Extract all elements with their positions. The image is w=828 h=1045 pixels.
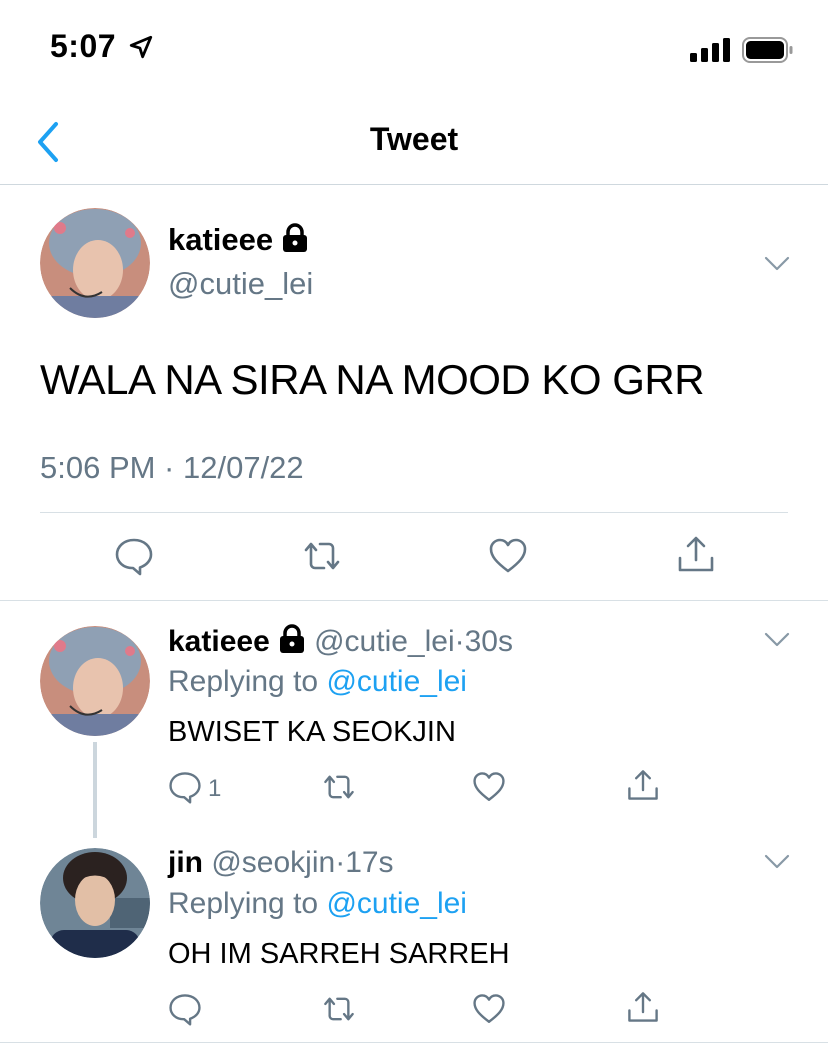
replying-to-link[interactable]: @cutie_lei	[326, 887, 467, 920]
location-arrow-icon	[129, 35, 153, 59]
separator-dot: ·	[454, 625, 465, 658]
divider	[0, 600, 828, 601]
share-icon	[678, 536, 714, 572]
tweet-text: WALA NA SIRA NA MOOD KO GRR	[40, 356, 705, 403]
reply-author-name: jin	[168, 846, 203, 879]
divider	[40, 512, 788, 513]
reply-author-handle: @cutie_lei	[314, 625, 455, 658]
retweet-icon	[304, 542, 340, 570]
heart-icon	[473, 772, 505, 801]
reply-time: 17s	[345, 846, 394, 879]
author-name: katieee	[168, 222, 274, 257]
heart-icon	[489, 538, 527, 573]
replying-to-link[interactable]: @cutie_lei	[326, 665, 467, 698]
reply-count: 1	[208, 775, 222, 802]
share-icon	[628, 992, 658, 1022]
reply-author-name: katieee	[168, 625, 270, 658]
main-author[interactable]: katieee	[168, 222, 309, 258]
separator-dot: ·	[335, 846, 346, 879]
share-icon	[628, 770, 658, 800]
reply-header[interactable]: katieee @cutie_lei·30s	[168, 624, 513, 659]
tweet-timestamp[interactable]: 5:06 PM · 12/07/22	[40, 450, 304, 486]
reply-author-handle: @seokjin	[211, 846, 336, 879]
like-button[interactable]	[472, 992, 506, 1026]
speech-bubble-icon	[169, 994, 201, 1026]
share-button[interactable]	[626, 990, 660, 1024]
retweet-icon	[324, 775, 354, 799]
lock-icon	[283, 223, 308, 252]
nav-divider	[0, 184, 828, 185]
chevron-down-icon[interactable]	[764, 256, 790, 272]
divider	[0, 1042, 828, 1043]
replying-to-label: Replying to	[168, 887, 319, 920]
retweet-button[interactable]	[322, 992, 356, 1026]
cellular-signal-icon	[690, 38, 730, 62]
reply-button[interactable]	[168, 992, 202, 1026]
replying-to: Replying to @cutie_lei	[168, 665, 467, 699]
speech-bubble-icon	[169, 772, 201, 804]
replying-to-label: Replying to	[168, 665, 319, 698]
reply-header[interactable]: jin @seokjin·17s	[168, 846, 394, 880]
heart-icon	[473, 994, 505, 1023]
share-button[interactable]	[676, 534, 716, 574]
battery-icon	[742, 37, 793, 63]
retweet-icon	[324, 997, 354, 1021]
author-handle[interactable]: @cutie_lei	[168, 266, 313, 302]
status-time: 5:07	[50, 28, 117, 64]
reply-avatar[interactable]	[40, 626, 150, 736]
lock-icon	[279, 624, 304, 653]
like-button[interactable]	[488, 536, 528, 576]
avatar[interactable]	[40, 208, 150, 318]
reply-avatar[interactable]	[40, 848, 150, 958]
retweet-button[interactable]	[302, 536, 342, 576]
reply-button[interactable]	[168, 770, 202, 804]
retweet-button[interactable]	[322, 770, 356, 804]
share-button[interactable]	[626, 768, 660, 802]
reply-text: OH IM SARREH SARREH	[168, 938, 510, 970]
reply-time: 30s	[464, 625, 513, 658]
reply-button[interactable]	[114, 536, 154, 576]
chevron-down-icon[interactable]	[764, 632, 790, 648]
page-title: Tweet	[369, 121, 459, 157]
chevron-down-icon[interactable]	[764, 854, 790, 870]
reply-text: BWISET KA SEOKJIN	[168, 716, 456, 748]
thread-connector	[93, 742, 97, 838]
speech-bubble-icon	[115, 538, 153, 576]
replying-to: Replying to @cutie_lei	[168, 887, 467, 921]
like-button[interactable]	[472, 770, 506, 804]
